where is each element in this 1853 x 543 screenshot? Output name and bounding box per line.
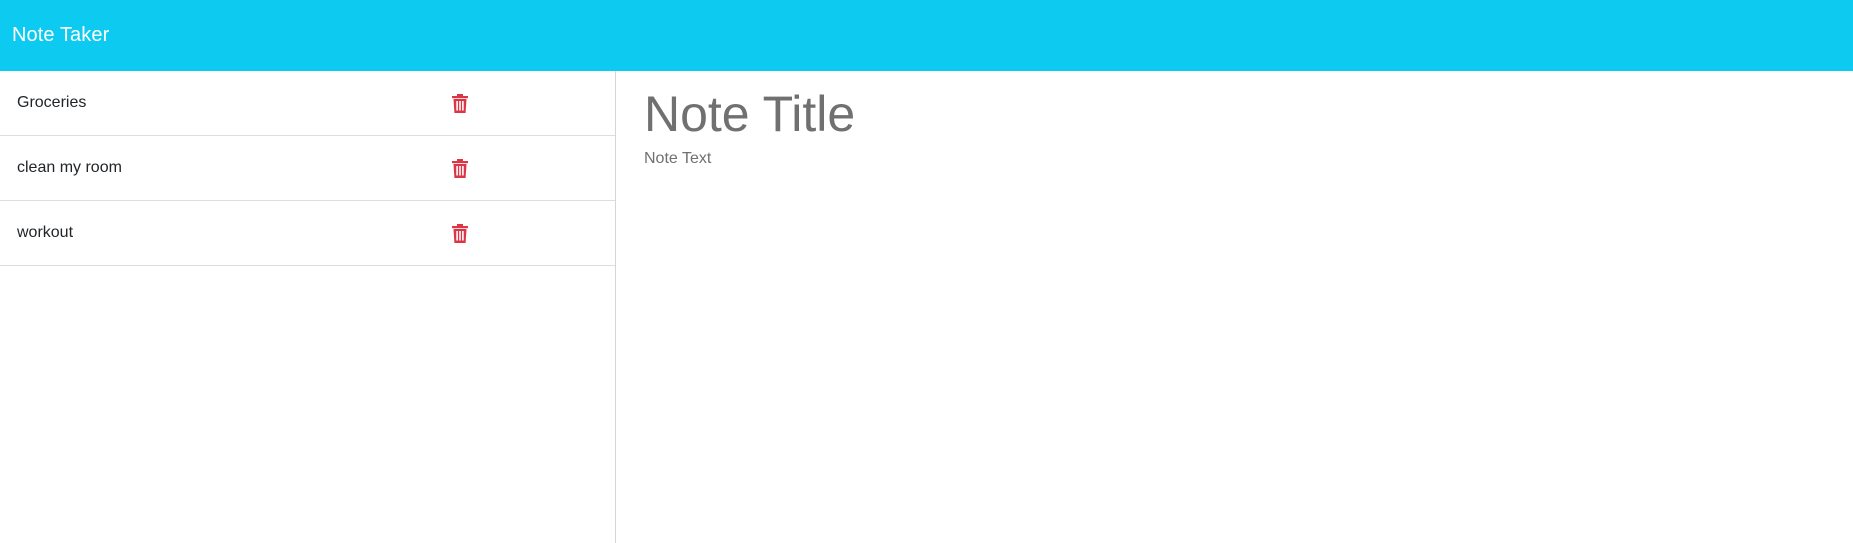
list-item-clean-my-room[interactable]: clean my room — [0, 136, 615, 201]
note-item-label[interactable]: Groceries — [17, 94, 86, 112]
delete-note-button[interactable] — [449, 91, 471, 115]
list-item-groceries[interactable]: Groceries — [0, 71, 615, 136]
trash-icon — [452, 223, 468, 243]
note-list: Groceries clean my room workout — [0, 71, 615, 266]
list-item-workout[interactable]: workout — [0, 201, 615, 266]
note-item-label[interactable]: clean my room — [17, 159, 122, 177]
trash-icon — [452, 93, 468, 113]
navbar-brand[interactable]: Note Taker — [12, 24, 109, 47]
delete-note-button[interactable] — [449, 221, 471, 245]
trash-icon — [452, 158, 468, 178]
note-text-input[interactable] — [644, 150, 1794, 510]
note-title-input[interactable] — [644, 84, 1794, 144]
navbar: Note Taker — [0, 0, 1853, 71]
notes-sidebar: Groceries clean my room workout — [0, 71, 616, 543]
note-item-label[interactable]: workout — [17, 224, 73, 242]
delete-note-button[interactable] — [449, 156, 471, 180]
note-editor — [617, 71, 1853, 543]
